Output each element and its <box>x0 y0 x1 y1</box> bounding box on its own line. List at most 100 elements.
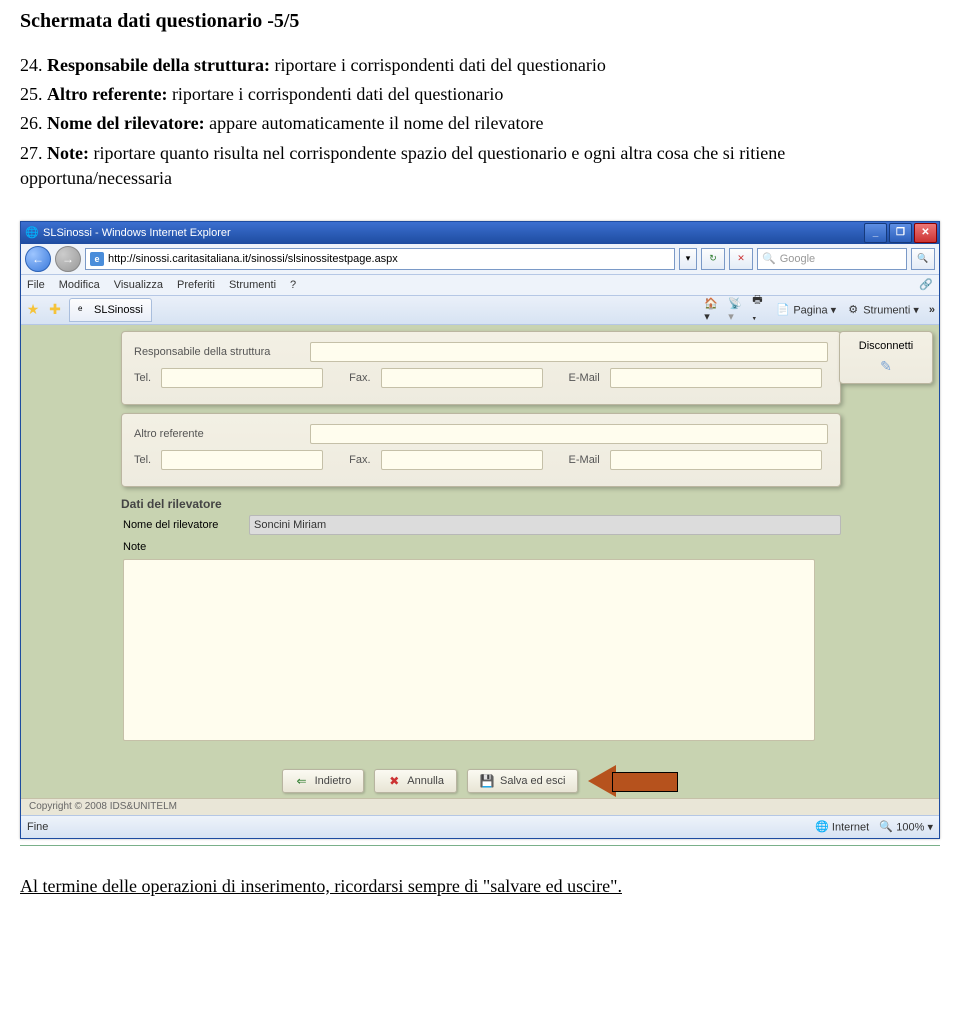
instruction-item: 24. Responsabile della struttura: riport… <box>20 53 940 78</box>
search-icon: 🔍 <box>762 252 776 265</box>
left-strip <box>21 325 117 815</box>
responsabile-panel: Responsabile della struttura Tel. Fax. E… <box>121 331 841 405</box>
back-button[interactable]: ← <box>25 246 51 272</box>
ie-icon: 🌐 <box>25 226 39 240</box>
save-icon: 💾 <box>480 774 494 788</box>
tab-favicon: e <box>78 304 90 316</box>
favorites-star-icon[interactable]: ★ <box>25 302 41 318</box>
page-menu[interactable]: 📄 Pagina ▾ <box>776 303 836 317</box>
salva-esci-button[interactable]: 💾 Salva ed esci <box>467 769 578 793</box>
feed-icon[interactable]: 📡▾ <box>728 303 742 317</box>
disconnect-icon[interactable]: ✎ <box>846 358 926 375</box>
instruction-item: 25. Altro referente: riportare i corrisp… <box>20 82 940 107</box>
close-button[interactable]: ✕ <box>914 223 937 243</box>
browser-window: 🌐 SLSinossi - Windows Internet Explorer … <box>20 221 940 839</box>
forward-button[interactable]: → <box>55 246 81 272</box>
tel-input-2[interactable] <box>161 450 323 470</box>
item-num: 26. <box>20 113 43 133</box>
fax-label: Fax. <box>349 372 370 384</box>
url-dropdown[interactable]: ▾ <box>679 248 697 270</box>
item-label: Note: <box>47 143 89 163</box>
links-icon[interactable]: 🔗 <box>919 278 933 292</box>
item-label: Responsabile della struttura: <box>47 55 270 75</box>
item-text: riportare i corrispondenti dati del ques… <box>270 55 606 75</box>
menu-file[interactable]: File <box>27 279 45 291</box>
maximize-button[interactable]: ❐ <box>889 223 912 243</box>
status-text: Fine <box>27 821 48 833</box>
button-row: ⇐ Indietro ✖ Annulla 💾 Salva ed esci <box>21 767 939 795</box>
address-bar[interactable]: e http://sinossi.caritasitaliana.it/sino… <box>85 248 675 270</box>
menu-tools[interactable]: Strumenti <box>229 279 276 291</box>
email-label-2: E-Mail <box>569 454 600 466</box>
menu-help[interactable]: ? <box>290 279 296 291</box>
altro-referente-panel: Altro referente Tel. Fax. E-Mail <box>121 413 841 487</box>
page-title: Schermata dati questionario -5/5 <box>20 10 940 33</box>
responsabile-label: Responsabile della struttura <box>134 346 304 358</box>
item-label: Nome del rilevatore: <box>47 113 205 133</box>
tel-label: Tel. <box>134 372 151 384</box>
note-label: Note <box>123 541 243 553</box>
search-placeholder: Google <box>780 253 815 265</box>
add-favorite-icon[interactable]: ✚ <box>47 302 63 318</box>
item-text: riportare i corrispondenti dati del ques… <box>167 84 503 104</box>
url-text: http://sinossi.caritasitaliana.it/sinoss… <box>108 253 398 265</box>
arrow-callout <box>588 767 678 795</box>
responsabile-input[interactable] <box>310 342 828 362</box>
browser-menubar: File Modifica Visualizza Preferiti Strum… <box>21 275 939 296</box>
disconnect-panel: Disconnetti ✎ <box>839 331 933 384</box>
nome-rilevatore-label: Nome del rilevatore <box>123 519 243 531</box>
fax-input-2[interactable] <box>381 450 543 470</box>
altro-label: Altro referente <box>134 428 304 440</box>
fax-input[interactable] <box>381 368 543 388</box>
divider <box>20 845 940 846</box>
tab-label: SLSinossi <box>94 304 143 316</box>
email-label: E-Mail <box>569 372 600 384</box>
fax-label-2: Fax. <box>349 454 370 466</box>
globe-icon: 🌐 <box>815 820 829 834</box>
search-go-button[interactable]: 🔍 <box>911 248 935 270</box>
instruction-list: 24. Responsabile della struttura: riport… <box>20 53 940 191</box>
instruction-item: 26. Nome del rilevatore: appare automati… <box>20 111 940 136</box>
page-icon-small: 📄 <box>776 303 790 317</box>
stop-button[interactable]: ✕ <box>729 248 753 270</box>
internet-zone: 🌐 Internet <box>815 820 869 834</box>
cancel-icon: ✖ <box>387 774 401 788</box>
page-icon: e <box>90 252 104 266</box>
disconnect-link[interactable]: Disconnetti <box>846 340 926 352</box>
home-icon[interactable]: 🏠▾ <box>704 303 718 317</box>
menu-favorites[interactable]: Preferiti <box>177 279 215 291</box>
search-box[interactable]: 🔍 Google <box>757 248 907 270</box>
item-num: 25. <box>20 84 43 104</box>
tel-input[interactable] <box>161 368 323 388</box>
indietro-button[interactable]: ⇐ Indietro <box>282 769 365 793</box>
instruction-item: 27. Note: riportare quanto risulta nel c… <box>20 141 940 191</box>
window-title: SLSinossi - Windows Internet Explorer <box>43 227 231 239</box>
menu-edit[interactable]: Modifica <box>59 279 100 291</box>
tel-label-2: Tel. <box>134 454 151 466</box>
item-text: riportare quanto risulta nel corrisponde… <box>20 143 785 188</box>
item-label: Altro referente: <box>47 84 167 104</box>
back-arrow-icon: ⇐ <box>295 774 309 788</box>
overflow-chevron[interactable]: » <box>929 304 935 316</box>
item-num: 27. <box>20 143 43 163</box>
footer-note: Al termine delle operazioni di inserimen… <box>20 876 940 897</box>
email-input-2[interactable] <box>610 450 822 470</box>
minimize-button[interactable]: _ <box>864 223 887 243</box>
page-content: Responsabile della struttura Tel. Fax. E… <box>21 325 939 815</box>
gear-icon: ⚙ <box>846 303 860 317</box>
copyright-bar: Copyright © 2008 IDS&UNITELM <box>21 798 939 815</box>
zoom-control[interactable]: 🔍 100% ▾ <box>879 820 933 834</box>
tools-menu[interactable]: ⚙ Strumenti ▾ <box>846 303 919 317</box>
browser-tab[interactable]: e SLSinossi <box>69 298 152 322</box>
email-input[interactable] <box>610 368 822 388</box>
nome-rilevatore-field: Soncini Miriam <box>249 515 841 535</box>
browser-statusbar: Fine 🌐 Internet 🔍 100% ▾ <box>21 815 939 838</box>
print-icon[interactable]: 🖶▾ <box>752 303 766 317</box>
refresh-button[interactable]: ↻ <box>701 248 725 270</box>
browser-tabbar: ★ ✚ e SLSinossi 🏠▾ 📡▾ 🖶▾ 📄 Pagina ▾ ⚙ St… <box>21 296 939 325</box>
altro-input[interactable] <box>310 424 828 444</box>
annulla-button[interactable]: ✖ Annulla <box>374 769 457 793</box>
note-textarea[interactable] <box>123 559 815 741</box>
menu-view[interactable]: Visualizza <box>114 279 163 291</box>
item-num: 24. <box>20 55 43 75</box>
